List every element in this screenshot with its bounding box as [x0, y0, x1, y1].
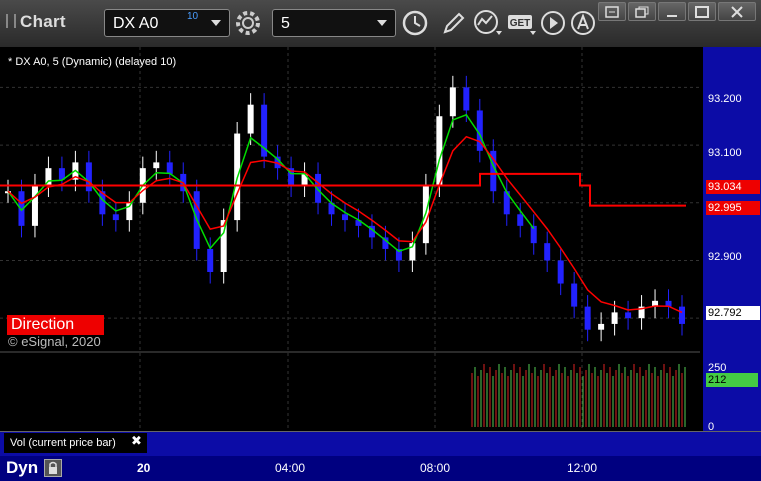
time-label-0400: 04:00	[275, 461, 306, 475]
candle	[85, 162, 92, 192]
candle	[342, 214, 348, 221]
candle	[247, 104, 254, 134]
symbol-field[interactable]: DX A0 10	[104, 9, 230, 37]
price-chart[interactable]	[0, 47, 703, 431]
interval-field[interactable]: 5	[272, 9, 396, 37]
direction-label: Direction	[7, 315, 104, 335]
price-tag-red-low: 92.995	[706, 201, 760, 215]
time-label-1200: 12:00	[567, 461, 598, 475]
time-axis[interactable]	[0, 456, 761, 481]
symbol-label: * DX A0, 5 (Dynamic) (delayed 10)	[8, 56, 177, 68]
pencil-icon	[443, 12, 465, 34]
close-icon	[731, 6, 743, 18]
maximize-icon	[695, 6, 709, 18]
studies-button[interactable]	[472, 9, 504, 37]
candle	[544, 243, 551, 261]
maximize-button[interactable]	[688, 2, 716, 21]
candle	[166, 162, 173, 174]
study-icon	[474, 10, 502, 35]
svg-text:GET: GET	[510, 18, 531, 29]
get-button[interactable]: GET	[506, 9, 538, 37]
candle	[517, 214, 524, 226]
close-button[interactable]	[718, 2, 756, 21]
symbol-delay: 10	[187, 11, 199, 22]
link-icon	[605, 6, 619, 18]
restore-button[interactable]	[628, 2, 656, 21]
symbol-value: DX A0	[113, 15, 159, 32]
chevron-down-icon[interactable]	[211, 20, 221, 26]
candle	[598, 323, 605, 330]
price-tag-red-high: 93.034	[706, 180, 760, 194]
price-label-93100: 93.100	[708, 147, 742, 159]
volume-study-tab[interactable]: Vol (current price bar)	[4, 433, 147, 453]
time-label-day: 20	[137, 461, 151, 475]
restore-icon	[635, 6, 649, 18]
interval-value: 5	[281, 15, 290, 32]
close-icon[interactable]: ✖	[131, 433, 142, 449]
gear-icon	[236, 11, 260, 35]
candle	[611, 312, 618, 324]
price-label-92900: 92.900	[708, 251, 742, 263]
settings-button[interactable]	[232, 9, 266, 37]
candle	[571, 283, 578, 307]
play-button[interactable]	[540, 9, 568, 37]
candle	[584, 306, 591, 330]
alert-icon	[571, 11, 595, 35]
price-label-93200: 93.200	[708, 93, 742, 105]
get-icon: GET	[508, 15, 536, 35]
candle	[625, 312, 632, 319]
price-tag-last: 92.792	[706, 306, 760, 320]
clock-icon	[402, 10, 428, 36]
title-bar: Chart DX A0 10 5 GET	[0, 0, 761, 48]
dynamic-label[interactable]: Dyn	[6, 458, 38, 478]
candle	[112, 214, 119, 221]
alert-button[interactable]	[570, 9, 598, 37]
candle	[679, 306, 685, 324]
time-label-0800: 08:00	[420, 461, 451, 475]
candle	[153, 162, 160, 169]
candle	[449, 87, 456, 117]
candle	[557, 260, 564, 284]
time-button[interactable]	[398, 9, 432, 37]
play-icon	[541, 11, 565, 35]
minimize-icon	[667, 15, 677, 17]
candle	[463, 87, 470, 111]
candle	[220, 220, 227, 272]
draw-button[interactable]	[438, 9, 468, 37]
chart-area[interactable]	[0, 47, 703, 431]
grip-icon[interactable]	[6, 14, 16, 28]
volume-current-tag: 212	[706, 373, 758, 387]
candle	[207, 248, 214, 272]
chevron-down-icon[interactable]	[377, 20, 387, 26]
candle	[436, 116, 443, 186]
minimize-button[interactable]	[658, 2, 686, 21]
app-title: Chart	[6, 12, 66, 32]
link-button[interactable]	[598, 2, 626, 21]
lock-icon[interactable]	[44, 459, 62, 477]
copyright: © eSignal, 2020	[8, 334, 101, 349]
candle	[31, 185, 38, 226]
